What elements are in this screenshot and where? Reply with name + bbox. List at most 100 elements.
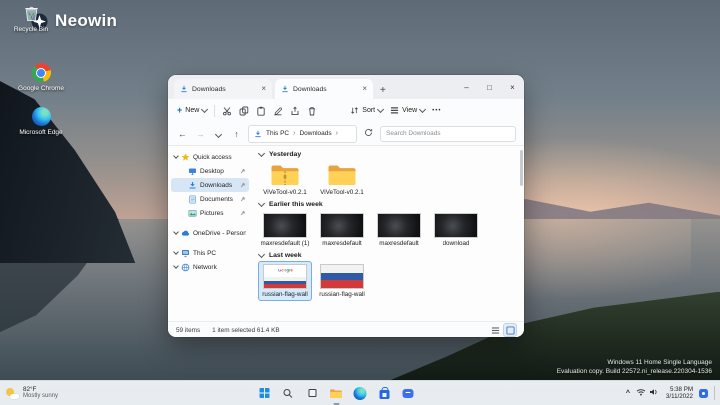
refresh-button[interactable]: [362, 128, 375, 139]
close-button[interactable]: ×: [501, 75, 524, 99]
taskbar: 82°F Mostly sunny ^ 5:38 PM 3/11/2022: [0, 380, 720, 405]
breadcrumb-this-pc[interactable]: This PC: [266, 130, 289, 137]
sidebar-item-desktop[interactable]: Desktop: [171, 164, 249, 178]
delete-icon[interactable]: [307, 106, 317, 116]
recycle-bin-icon: [4, 3, 58, 24]
sidebar-item-network[interactable]: Network: [171, 260, 249, 274]
taskbar-edge-button[interactable]: [351, 384, 370, 403]
taskbar-search-button[interactable]: [279, 384, 298, 403]
weather-condition: Mostly sunny: [23, 393, 58, 400]
scrollbar[interactable]: [520, 150, 523, 186]
minimize-button[interactable]: –: [455, 75, 478, 99]
file-item-maxresdefault-1[interactable]: maxresdefault (1): [259, 211, 311, 249]
tab-close-icon[interactable]: ×: [261, 85, 266, 93]
group-header-earlier-this-week[interactable]: Earlier this week: [259, 201, 517, 208]
maximize-button[interactable]: □: [478, 75, 501, 99]
chevron-down-icon: [173, 229, 179, 235]
search-input[interactable]: [380, 126, 516, 142]
task-view-button[interactable]: [303, 384, 322, 403]
tab-bar: Downloads × Downloads × + – □ ×: [168, 75, 524, 99]
view-button[interactable]: View: [390, 106, 425, 115]
network-volume-tray-button[interactable]: [636, 384, 660, 402]
chevron-down-icon: [377, 106, 384, 113]
breadcrumb-downloads[interactable]: Downloads: [299, 130, 331, 137]
tab-close-icon[interactable]: ×: [362, 85, 367, 93]
image-thumbnail: Google: [263, 264, 307, 289]
sidebar-item-downloads[interactable]: Downloads: [171, 178, 249, 192]
weather-widget-button[interactable]: 82°F Mostly sunny: [6, 381, 58, 405]
taskbar-clock[interactable]: 5:38 PM 3/11/2022: [666, 386, 693, 401]
file-explorer-window: Downloads × Downloads × + – □ × + New: [168, 75, 524, 337]
chevron-down-icon: [173, 263, 179, 269]
notification-badge[interactable]: [699, 389, 708, 398]
view-button-label: View: [402, 107, 417, 114]
taskbar-chat-button[interactable]: [399, 384, 418, 403]
file-item-vivetool-folder[interactable]: ViVeTool-v0.2.1: [316, 161, 368, 198]
details-view-button[interactable]: [489, 324, 501, 336]
tray-overflow-button[interactable]: ^: [626, 390, 630, 397]
window-controls: – □ ×: [455, 75, 524, 99]
taskbar-file-explorer-button[interactable]: [327, 384, 346, 403]
watermark-build: Evaluation copy. Build 22572.ni_release.…: [557, 368, 712, 377]
file-item-download[interactable]: download: [430, 211, 482, 249]
see-more-button[interactable]: •••: [432, 108, 441, 114]
sidebar-item-documents[interactable]: Documents: [171, 192, 249, 206]
file-item-russian-flag-wall-1[interactable]: Google russian-flag-wall: [259, 262, 311, 300]
file-name: maxresdefault (1): [261, 240, 310, 247]
forward-button[interactable]: →: [194, 129, 207, 139]
group-header-last-week[interactable]: Last week: [259, 252, 517, 259]
desktop-icon-label: Recycle Bin: [4, 26, 58, 34]
sidebar-item-pictures[interactable]: Pictures: [171, 206, 249, 220]
image-thumbnail: [263, 213, 307, 238]
rename-icon[interactable]: [273, 106, 283, 116]
recent-locations-button[interactable]: [212, 129, 225, 139]
selection-info: 1 item selected 61.4 KB: [212, 327, 280, 334]
search-icon: [283, 388, 294, 399]
file-name: maxresdefault: [379, 240, 419, 247]
desktop-icon-google-chrome[interactable]: Google Chrome: [14, 62, 68, 93]
download-icon: [180, 85, 188, 93]
desktop-icon-recycle-bin[interactable]: Recycle Bin: [4, 3, 58, 34]
download-icon: [281, 85, 289, 93]
sort-button[interactable]: Sort: [350, 106, 383, 115]
sidebar-item-quick-access[interactable]: Quick access: [171, 150, 249, 164]
sidebar-item-onedrive[interactable]: OneDrive - Personal: [171, 226, 249, 240]
chat-icon: [403, 389, 414, 398]
evaluation-watermark: Windows 11 Home Single Language Evaluati…: [557, 359, 712, 376]
share-icon[interactable]: [290, 106, 300, 116]
address-bar[interactable]: This PC › Downloads ›: [248, 125, 357, 143]
tab-downloads-1[interactable]: Downloads ×: [174, 79, 272, 99]
back-button[interactable]: ←: [176, 129, 189, 139]
copy-icon[interactable]: [239, 106, 249, 116]
group-header-yesterday[interactable]: Yesterday: [259, 151, 517, 158]
file-item-vivetool-zip[interactable]: ViVeTool-v0.2.1: [259, 161, 311, 198]
file-name: russian-flag-wall: [262, 291, 308, 298]
pin-icon: [240, 168, 246, 174]
up-button[interactable]: ↑: [230, 129, 243, 139]
large-icons-view-button[interactable]: [504, 324, 516, 336]
new-button[interactable]: + New: [177, 106, 207, 115]
new-tab-button[interactable]: +: [380, 86, 386, 96]
file-item-maxresdefault-2[interactable]: maxresdefault: [316, 211, 368, 249]
chevron-down-icon: [258, 200, 265, 207]
sidebar-item-this-pc[interactable]: This PC: [171, 246, 249, 260]
breadcrumb-separator-icon: ›: [293, 130, 295, 137]
documents-icon: [188, 195, 197, 204]
file-name: download: [443, 240, 470, 247]
file-item-maxresdefault-3[interactable]: maxresdefault: [373, 211, 425, 249]
taskbar-app-icons: [255, 381, 418, 405]
show-desktop-button[interactable]: [714, 386, 717, 400]
start-button[interactable]: [255, 384, 274, 403]
taskbar-store-button[interactable]: [375, 384, 394, 403]
this-pc-icon: [181, 249, 190, 258]
downloads-icon: [188, 181, 197, 190]
status-bar: 59 items 1 item selected 61.4 KB: [168, 321, 524, 337]
image-thumbnail: [434, 213, 478, 238]
paste-icon[interactable]: [256, 106, 266, 116]
image-thumbnail: [320, 213, 364, 238]
pin-icon: [240, 182, 246, 188]
file-item-russian-flag-wall-2[interactable]: russian-flag-wall: [316, 262, 368, 300]
cut-icon[interactable]: [222, 106, 232, 116]
tab-downloads-2[interactable]: Downloads ×: [275, 79, 373, 99]
desktop-icon-microsoft-edge[interactable]: Microsoft Edge: [14, 106, 68, 137]
